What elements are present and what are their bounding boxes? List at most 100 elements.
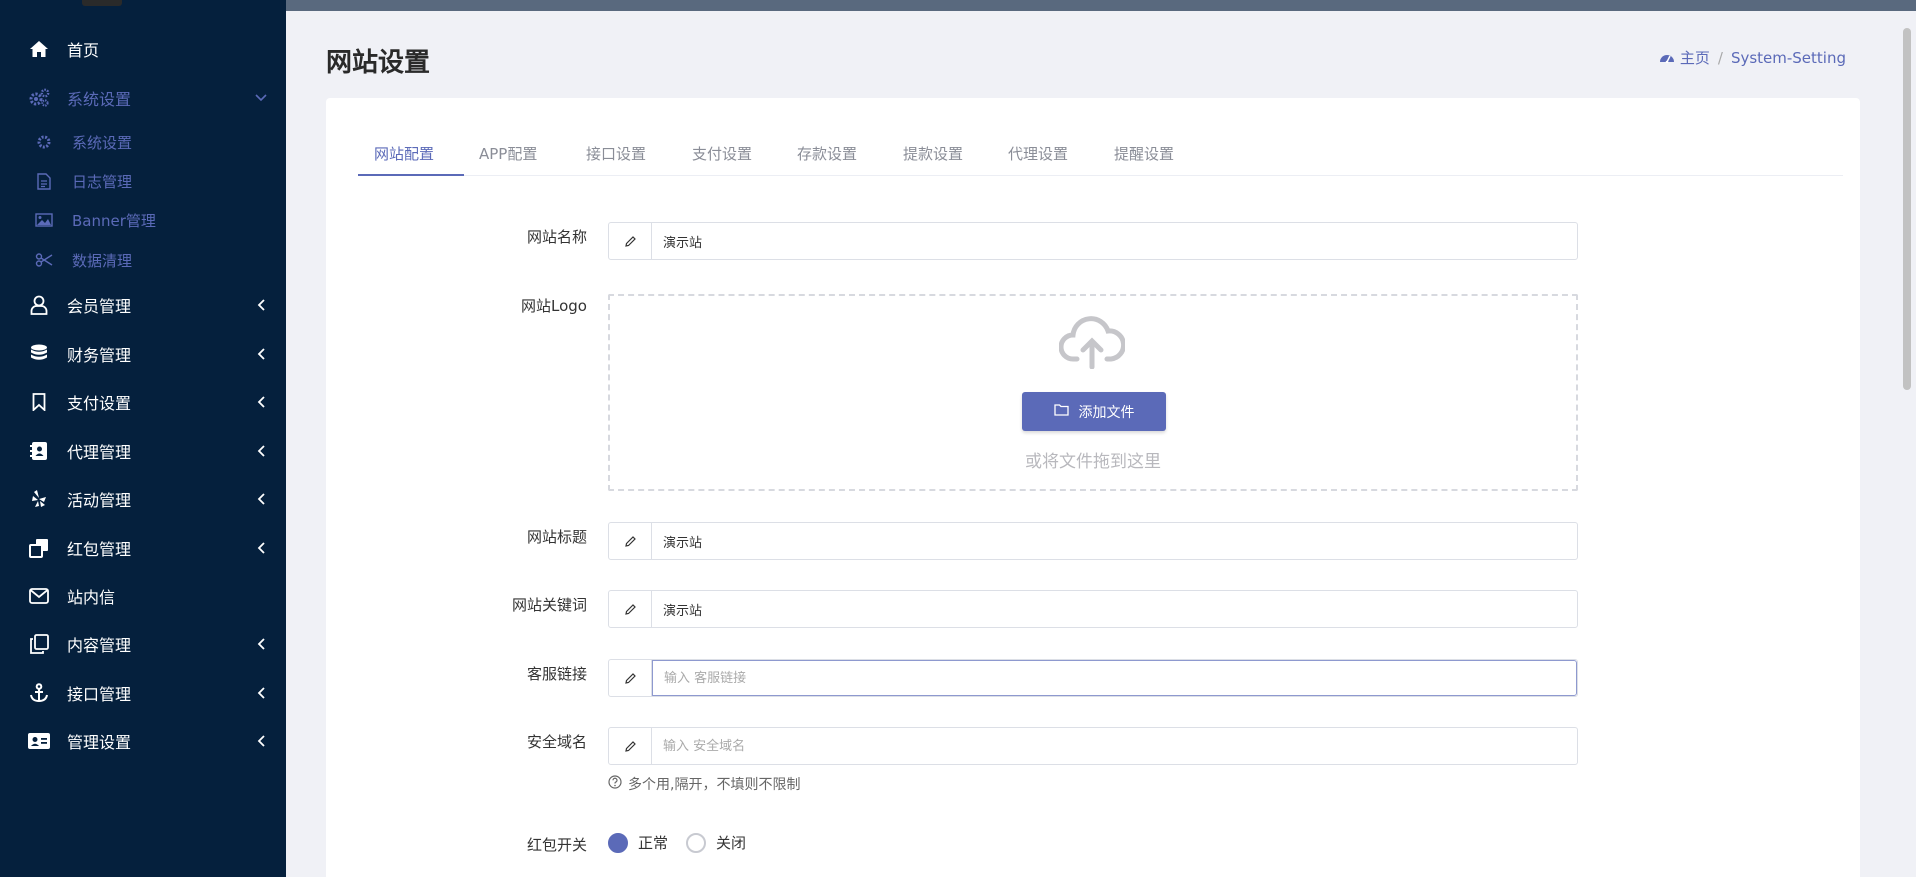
chevron-left-icon	[254, 637, 268, 651]
help-text: 多个用,隔开，不填则不限制	[628, 777, 801, 793]
question-circle-icon	[608, 775, 622, 793]
site-logo-label: 网站Logo	[521, 297, 587, 315]
tab-reminder-settings[interactable]: 提醒设置	[1114, 130, 1174, 176]
sidebar-item-admin-settings[interactable]: 管理设置	[0, 718, 286, 764]
page-title: 网站设置	[326, 48, 431, 78]
scissors-icon	[35, 251, 53, 269]
sidebar: 首页 系统设置 系统设置 日志管理 Banner管理 数据清理 会员管理 财务管…	[0, 0, 286, 877]
sidebar-subitem-label: 系统设置	[72, 133, 133, 152]
chevron-left-icon	[254, 734, 268, 748]
anchor-icon	[28, 682, 50, 704]
logo	[82, 0, 122, 6]
chevron-left-icon	[254, 395, 268, 409]
site-name-input[interactable]	[652, 223, 1577, 259]
image-icon	[35, 211, 53, 229]
sidebar-item-label: 支付设置	[67, 394, 132, 413]
sidebar-item-label: 会员管理	[67, 297, 132, 316]
chevron-down-icon	[254, 91, 268, 105]
clone-icon	[28, 537, 50, 559]
cogs-icon	[28, 87, 50, 109]
sidebar-item-label: 内容管理	[67, 636, 132, 655]
breadcrumb-home[interactable]: 主页	[1659, 47, 1710, 68]
sidebar-subitem-banner[interactable]: Banner管理	[0, 201, 286, 239]
site-title-label: 网站标题	[526, 528, 587, 546]
dashboard-icon	[1659, 49, 1675, 67]
tab-site-config[interactable]: 网站配置	[374, 130, 434, 176]
tab-agent-settings[interactable]: 代理设置	[1008, 130, 1068, 176]
chevron-left-icon	[254, 444, 268, 458]
radio-closed-label: 关闭	[716, 834, 747, 852]
sidebar-item-members[interactable]: 会员管理	[0, 282, 286, 328]
safe-domain-field	[608, 727, 1578, 765]
site-keywords-input[interactable]	[652, 591, 1577, 627]
site-name-label: 网站名称	[526, 228, 587, 246]
safe-domain-help: 多个用,隔开，不填则不限制	[608, 774, 800, 794]
service-link-input[interactable]	[652, 660, 1577, 696]
add-file-button[interactable]: 添加文件	[1022, 392, 1166, 431]
add-file-label: 添加文件	[1078, 404, 1135, 421]
sidebar-item-label: 管理设置	[67, 733, 132, 752]
sidebar-item-system-settings[interactable]: 系统设置	[0, 75, 286, 121]
active-tab-indicator	[358, 174, 464, 176]
file-icon	[35, 172, 53, 190]
sidebar-item-label: 站内信	[67, 588, 116, 607]
pencil-icon	[609, 223, 652, 259]
top-bar	[286, 0, 1916, 11]
sidebar-subitem-label: Banner管理	[72, 211, 156, 230]
sidebar-subitem-logs[interactable]: 日志管理	[0, 162, 286, 200]
bookmark-icon	[28, 391, 50, 413]
sidebar-item-label: 系统设置	[67, 90, 132, 109]
tab-app-config[interactable]: APP配置	[479, 130, 537, 176]
tab-api-settings[interactable]: 接口设置	[586, 130, 646, 176]
pencil-icon	[609, 523, 652, 559]
tab-deposit-settings[interactable]: 存款设置	[797, 130, 857, 176]
sidebar-item-finance[interactable]: 财务管理	[0, 331, 286, 377]
radio-closed[interactable]	[686, 832, 707, 853]
sidebar-item-label: 红包管理	[67, 540, 132, 559]
logo-dropzone[interactable]: 添加文件 或将文件拖到这里	[608, 294, 1578, 491]
sidebar-item-api[interactable]: 接口管理	[0, 670, 286, 716]
id-card-icon	[28, 730, 50, 752]
site-keywords-label: 网站关键词	[511, 596, 587, 614]
site-title-input[interactable]	[652, 523, 1577, 559]
breadcrumb: 主页 / System-Setting	[1659, 47, 1846, 68]
radio-normal-label: 正常	[638, 834, 669, 852]
sidebar-item-payment[interactable]: 支付设置	[0, 379, 286, 425]
sidebar-item-label: 接口管理	[67, 685, 132, 704]
safe-domain-input[interactable]	[652, 728, 1577, 764]
scrollbar-thumb[interactable]	[1903, 28, 1911, 390]
sidebar-subitem-label: 数据清理	[72, 251, 133, 270]
sidebar-subitem-label: 日志管理	[72, 172, 133, 191]
sidebar-item-activities[interactable]: 活动管理	[0, 476, 286, 522]
sidebar-subitem-system-settings[interactable]: 系统设置	[0, 123, 286, 161]
sidebar-item-red-packets[interactable]: 红包管理	[0, 525, 286, 571]
pencil-icon	[609, 660, 652, 696]
chevron-left-icon	[254, 541, 268, 555]
site-name-field	[608, 222, 1578, 260]
service-link-label: 客服链接	[526, 665, 587, 683]
red-packet-label: 红包开关	[526, 836, 587, 854]
radio-normal[interactable]	[608, 832, 628, 853]
folder-icon	[1053, 403, 1069, 420]
breadcrumb-current: System-Setting	[1730, 48, 1846, 67]
settings-tabs: 网站配置 APP配置 接口设置 支付设置 存款设置 提款设置 代理设置 提醒设置	[358, 130, 1843, 176]
sidebar-item-agents[interactable]: 代理管理	[0, 428, 286, 474]
red-packet-radio-group: 正常 关闭	[608, 832, 746, 853]
sidebar-item-messages[interactable]: 站内信	[0, 573, 286, 619]
envelope-icon	[28, 585, 50, 607]
contact-icon	[28, 440, 50, 462]
settings-card: 网站配置 APP配置 接口设置 支付设置 存款设置 提款设置 代理设置 提醒设置…	[326, 98, 1860, 877]
sidebar-item-label: 活动管理	[67, 491, 132, 510]
pencil-icon	[609, 591, 652, 627]
copy-icon	[28, 633, 50, 655]
tab-withdraw-settings[interactable]: 提款设置	[903, 130, 963, 176]
tab-payment-settings[interactable]: 支付设置	[692, 130, 752, 176]
sidebar-item-content[interactable]: 内容管理	[0, 621, 286, 667]
sidebar-item-home[interactable]: 首页	[0, 26, 286, 72]
cloud-upload-icon	[1058, 313, 1127, 373]
home-icon	[28, 38, 50, 60]
yelp-icon	[28, 488, 50, 510]
chevron-left-icon	[254, 347, 268, 361]
pencil-icon	[609, 728, 652, 764]
sidebar-subitem-data-cleanup[interactable]: 数据清理	[0, 241, 286, 279]
